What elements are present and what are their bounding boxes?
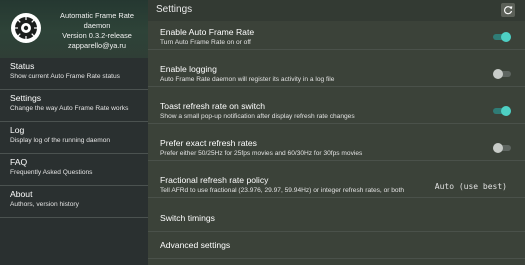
setting-enable-logging[interactable]: Enable logging Auto Frame Rate daemon wi…: [148, 60, 525, 87]
top-bar: Settings: [148, 0, 525, 21]
toggle-thumb: [493, 69, 503, 79]
setting-desc: Tell AFRd to use fractional (23.976, 29.…: [160, 187, 405, 194]
setting-title: Enable logging: [160, 64, 217, 74]
setting-title: Toast refresh rate on switch: [160, 101, 266, 111]
sidebar-item-title: Log: [10, 125, 25, 135]
setting-enable-afr[interactable]: Enable Auto Frame Rate Turn Auto Frame R…: [148, 23, 525, 50]
setting-toast-refresh[interactable]: Toast refresh rate on switch Show a smal…: [148, 97, 525, 124]
sidebar: Automatic Frame Rate daemon Version 0.3.…: [0, 0, 148, 265]
setting-desc: Prefer either 50/25Hz for 25fps movies a…: [160, 150, 363, 157]
setting-title: Fractional refresh rate policy: [160, 175, 269, 185]
toggle-thumb: [501, 32, 511, 42]
sidebar-item-faq[interactable]: FAQ Frequently Asked Questions: [0, 154, 148, 186]
sidebar-item-log[interactable]: Log Display log of the running daemon: [0, 122, 148, 154]
policy-value: Auto (use best): [434, 182, 507, 191]
sidebar-item-title: Status: [10, 61, 35, 71]
setting-desc: Show a small pop-up notification after d…: [160, 113, 355, 120]
sidebar-item-desc: Change the way Auto Frame Rate works: [10, 105, 129, 112]
setting-title: Prefer exact refresh rates: [160, 138, 257, 148]
page-title: Settings: [156, 4, 193, 15]
app-name-line2: daemon: [83, 21, 111, 30]
setting-desc: Auto Frame Rate daemon will register its…: [160, 76, 335, 83]
toggle-thumb: [493, 143, 503, 153]
setting-fractional-policy[interactable]: Fractional refresh rate policy Tell AFRd…: [148, 171, 525, 198]
toast-refresh-toggle[interactable]: [493, 106, 511, 116]
sidebar-item-status[interactable]: Status Show current Auto Frame Rate stat…: [0, 58, 148, 90]
sidebar-item-title: Settings: [10, 93, 42, 103]
sidebar-item-title: About: [10, 189, 33, 199]
app-email: zapparello@ya.ru: [67, 41, 127, 50]
app-window: Automatic Frame Rate daemon Version 0.3.…: [0, 0, 525, 265]
toggle-thumb: [501, 106, 511, 116]
sidebar-item-desc: Show current Auto Frame Rate status: [10, 73, 120, 80]
setting-desc: Turn Auto Frame Rate on or off: [160, 39, 251, 46]
setting-prefer-exact[interactable]: Prefer exact refresh rates Prefer either…: [148, 134, 525, 161]
enable-afr-toggle[interactable]: [493, 32, 511, 42]
sidebar-item-desc: Display log of the running daemon: [10, 137, 111, 144]
refresh-button[interactable]: [501, 3, 515, 17]
prefer-exact-toggle[interactable]: [493, 143, 511, 153]
app-name: Automatic Frame Rate: [60, 11, 134, 20]
app-version: Version 0.3.2-release: [62, 31, 132, 40]
sidebar-item-settings[interactable]: Settings Change the way Auto Frame Rate …: [0, 90, 148, 122]
sidebar-item-desc: Authors, version history: [10, 201, 79, 208]
refresh-icon: [504, 6, 513, 15]
setting-switch-timings[interactable]: Switch timings: [148, 205, 525, 232]
setting-title: Enable Auto Frame Rate: [160, 27, 255, 37]
sidebar-item-about[interactable]: About Authors, version history: [0, 186, 148, 218]
sidebar-item-title: FAQ: [10, 157, 28, 167]
app-header: Automatic Frame Rate daemon Version 0.3.…: [0, 0, 148, 58]
app-info: Automatic Frame Rate daemon Version 0.3.…: [48, 11, 146, 51]
setting-title: Advanced settings: [160, 240, 231, 250]
sidebar-item-desc: Frequently Asked Questions: [10, 169, 93, 176]
setting-title: Switch timings: [160, 213, 215, 223]
settings-panel: Settings Enable Auto Frame Rate Turn Aut…: [148, 0, 525, 265]
setting-advanced[interactable]: Advanced settings: [148, 232, 525, 259]
app-logo-icon: [10, 12, 42, 44]
enable-logging-toggle[interactable]: [493, 69, 511, 79]
